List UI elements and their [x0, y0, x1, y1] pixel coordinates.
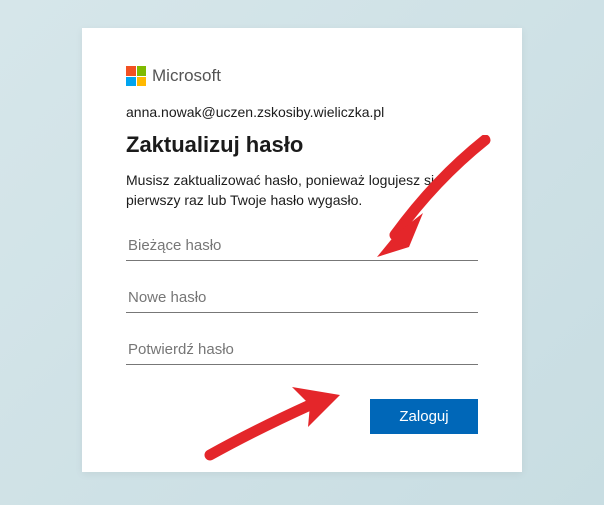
- current-password-field[interactable]: [126, 231, 478, 261]
- actions-row: Zaloguj: [126, 399, 478, 434]
- brand: Microsoft: [126, 66, 478, 86]
- brand-name: Microsoft: [152, 66, 221, 86]
- submit-button[interactable]: Zaloguj: [370, 399, 478, 434]
- microsoft-logo-icon: [126, 66, 146, 86]
- confirm-password-field[interactable]: [126, 335, 478, 365]
- page-description: Musisz zaktualizować hasło, ponieważ log…: [126, 170, 478, 211]
- user-email: anna.nowak@uczen.zskosiby.wieliczka.pl: [126, 104, 478, 120]
- page-title: Zaktualizuj hasło: [126, 132, 478, 158]
- new-password-field[interactable]: [126, 283, 478, 313]
- auth-card: Microsoft anna.nowak@uczen.zskosiby.wiel…: [82, 28, 522, 472]
